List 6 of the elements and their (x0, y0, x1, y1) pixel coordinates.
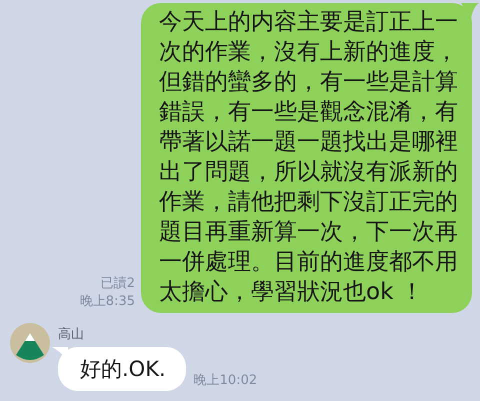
message-time: 晚上10:02 (194, 372, 258, 390)
read-receipt: 已讀2 (100, 275, 135, 293)
avatar-icon[interactable] (10, 323, 50, 363)
sender-name: 高山 (58, 326, 85, 343)
bubble-tail (461, 3, 479, 19)
message-time: 晚上8:35 (80, 293, 135, 311)
